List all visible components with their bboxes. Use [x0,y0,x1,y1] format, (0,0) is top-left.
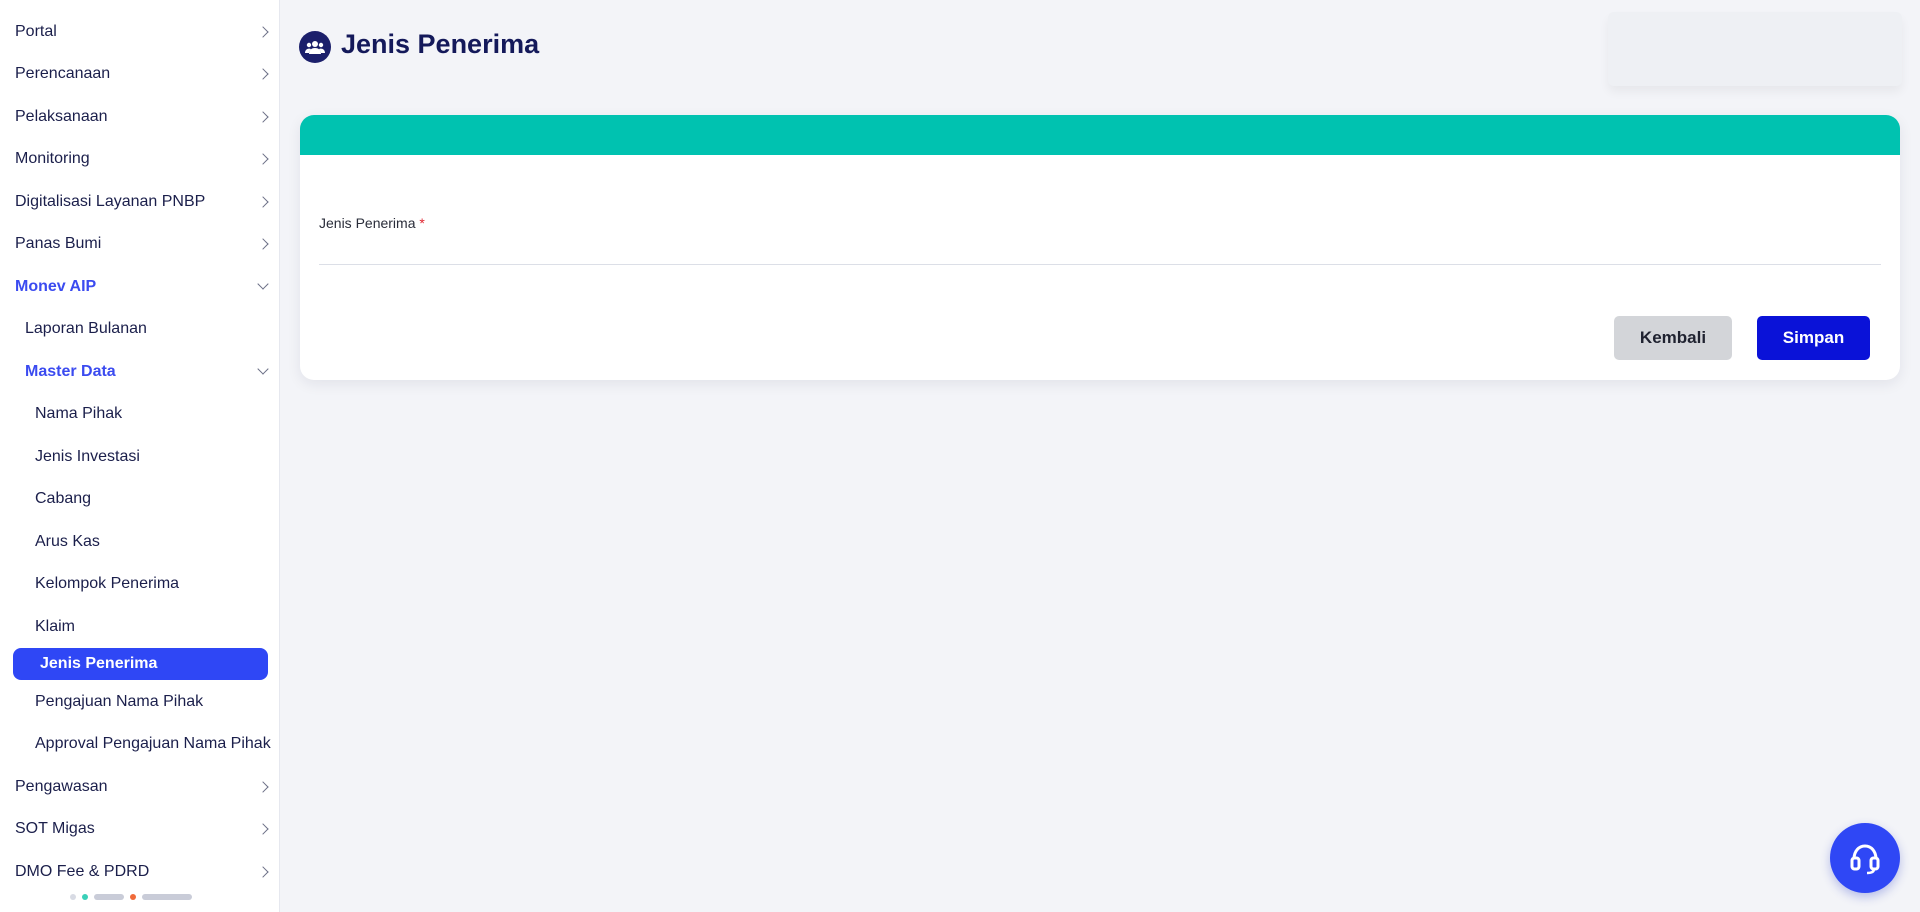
page-title: Jenis Penerima [341,29,540,59]
sidebar-item-label: Laporan Bulanan [25,320,147,337]
card-header [300,115,1900,155]
sidebar-item-digitalisasi-layanan-pnbp[interactable]: Digitalisasi Layanan PNBP [0,186,279,218]
jenis-penerima-label: Jenis Penerima * [319,215,425,231]
sidebar-item-label: SOT Migas [15,820,95,837]
field-label-text: Jenis Penerima [319,215,416,231]
sidebar-item-monitoring[interactable]: Monitoring [0,143,279,175]
required-mark: * [419,215,425,231]
chevron-right-icon [257,111,269,123]
chevron-right-icon [257,153,269,165]
chevron-right-icon [257,196,269,208]
jenis-penerima-input[interactable] [319,233,1881,265]
sidebar-item-label: Jenis Investasi [35,448,140,465]
sidebar-item-cabang[interactable]: Cabang [0,483,279,515]
sidebar-item-sot-migas[interactable]: SOT Migas [0,813,279,845]
sidebar: Portal Perencanaan Pelaksanaan Monitorin… [0,0,280,912]
chevron-down-icon [257,278,269,290]
sidebar-item-nama-pihak[interactable]: Nama Pihak [0,398,279,430]
chevron-right-icon [257,26,269,38]
headset-icon [1846,839,1884,877]
sidebar-item-panas-bumi[interactable]: Panas Bumi [0,228,279,260]
sidebar-item-pelaksanaan[interactable]: Pelaksanaan [0,101,279,133]
sidebar-item-label: Perencanaan [15,65,111,82]
sidebar-item-jenis-investasi[interactable]: Jenis Investasi [0,441,279,473]
sidebar-item-monev-aip[interactable]: Monev AIP [0,271,279,303]
sidebar-item-perencanaan[interactable]: Perencanaan [0,58,279,90]
chevron-right-icon [257,823,269,835]
sidebar-item-label: DMO Fee & PDRD [15,863,150,880]
logo-fragment [130,894,136,900]
sidebar-item-jenis-penerima[interactable]: Jenis Penerima [13,648,268,680]
sidebar-item-label: Cabang [35,490,92,507]
sidebar-item-label: Jenis Penerima [40,655,158,672]
header-user-panel [1608,12,1902,86]
logo-fragment [70,894,76,900]
save-button[interactable]: Simpan [1757,316,1870,360]
sidebar-item-label: Pengajuan Nama Pihak [35,693,204,710]
sidebar-item-approval-pengajuan-nama-pihak[interactable]: Approval Pengajuan Nama Pihak [0,728,279,760]
sidebar-item-pengajuan-nama-pihak[interactable]: Pengajuan Nama Pihak [0,686,279,718]
sidebar-item-portal[interactable]: Portal [0,16,279,48]
help-button[interactable] [1830,823,1900,893]
sidebar-item-label: Digitalisasi Layanan PNBP [15,193,206,210]
logo-fragment [82,894,88,900]
sidebar-item-label: Monev AIP [15,278,97,295]
sidebar-item-arus-kas[interactable]: Arus Kas [0,526,279,558]
back-button[interactable]: Kembali [1614,316,1732,360]
sidebar-item-label: Pelaksanaan [15,108,108,125]
sidebar-item-label: Pengawasan [15,778,108,795]
chevron-right-icon [257,68,269,80]
chevron-down-icon [257,363,269,375]
chevron-right-icon [257,866,269,878]
sidebar-item-label: Monitoring [15,150,90,167]
sidebar-item-dmo-fee-pdrd[interactable]: DMO Fee & PDRD [0,856,279,888]
chevron-right-icon [257,781,269,793]
sidebar-item-pengawasan[interactable]: Pengawasan [0,771,279,803]
logo-fragment [94,894,124,900]
logo-fragment [142,894,192,900]
sidebar-item-label: Approval Pengajuan Nama Pihak [35,735,271,752]
sidebar-item-kelompok-penerima[interactable]: Kelompok Penerima [0,568,279,600]
sidebar-item-label: Portal [15,23,57,40]
chevron-right-icon [257,238,269,250]
sidebar-item-label: Arus Kas [35,533,100,550]
form-card: Jenis Penerima * Kembali Simpan [300,115,1900,380]
sidebar-item-klaim[interactable]: Klaim [0,611,279,643]
sidebar-item-laporan-bulanan[interactable]: Laporan Bulanan [0,313,279,345]
sidebar-item-label: Nama Pihak [35,405,123,422]
sidebar-footer-logos [70,888,220,906]
sidebar-item-label: Kelompok Penerima [35,575,180,592]
sidebar-item-label: Klaim [35,618,76,635]
users-icon [299,31,331,63]
sidebar-item-label: Panas Bumi [15,235,102,252]
sidebar-item-master-data[interactable]: Master Data [0,356,279,388]
sidebar-item-label: Master Data [25,363,116,380]
